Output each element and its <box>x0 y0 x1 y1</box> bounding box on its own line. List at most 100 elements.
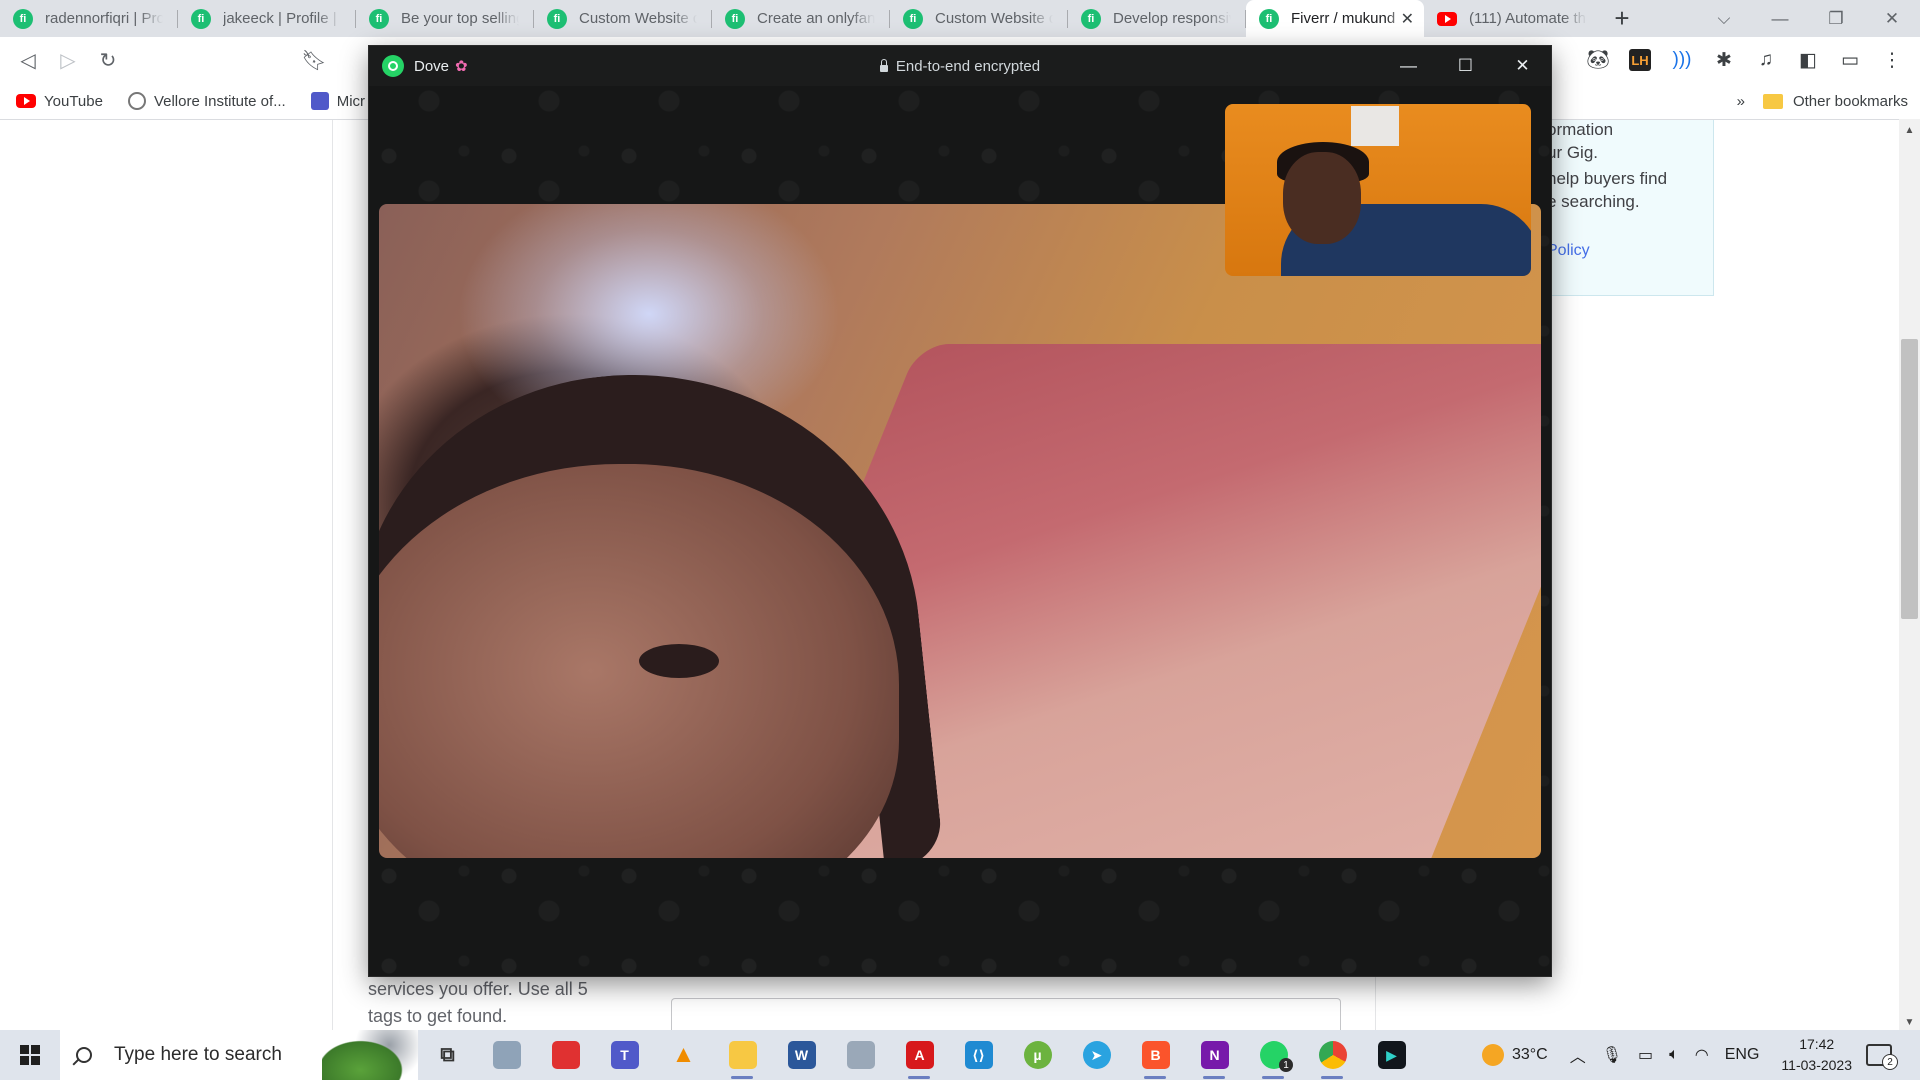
read-aloud-icon[interactable]: ))) <box>1662 40 1702 80</box>
back-icon[interactable]: ◁ <box>8 40 48 80</box>
brave-icon[interactable]: B <box>1126 1030 1185 1080</box>
bookmark-youtube[interactable]: YouTube <box>7 93 112 110</box>
tags-help-text: services you offer. Use all 5 tags to ge… <box>368 979 588 1026</box>
tab-search-chevron-icon[interactable]: ⌵ <box>1696 0 1752 37</box>
word-icon[interactable]: W <box>772 1030 831 1080</box>
vlc-icon[interactable]: ▲ <box>654 1030 713 1080</box>
network-icon[interactable]: ◠ <box>1695 1045 1709 1065</box>
fiverr-icon: fi <box>725 8 745 29</box>
tab-5[interactable]: fi Custom Website de <box>890 0 1068 37</box>
restore-icon[interactable]: ❐ <box>1808 0 1864 37</box>
show-hidden-icons-chevron[interactable]: ︿ <box>1570 1043 1586 1067</box>
tab-6[interactable]: fi Develop responsive <box>1068 0 1246 37</box>
whatsapp-taskbar-icon[interactable]: 1 <box>1244 1030 1303 1080</box>
reload-icon[interactable]: ↻ <box>88 40 128 80</box>
new-tab-button[interactable]: + <box>1602 0 1642 37</box>
language-indicator[interactable]: ENG <box>1725 1046 1760 1064</box>
notification-center-icon[interactable]: 2 <box>1866 1044 1898 1070</box>
terminal-app-icon[interactable]: ▶ <box>1362 1030 1421 1080</box>
tab-4[interactable]: fi Create an onlyfans <box>712 0 890 37</box>
gig-info-tooltip: ormation ur Gig. help buyers find e sear… <box>1540 120 1714 296</box>
tab-title: Custom Website de <box>935 10 1053 27</box>
info-line: ur Gig. <box>1547 143 1599 162</box>
tab-title: jakeeck | Profile | Fiverr <box>223 10 341 27</box>
scroll-up-icon[interactable]: ▲ <box>1899 125 1920 136</box>
start-button[interactable] <box>0 1030 60 1080</box>
fiverr-icon: fi <box>1081 8 1101 29</box>
scroll-down-icon[interactable]: ▼ <box>1899 1017 1920 1028</box>
bookmark-icon[interactable]: 🔖︎ <box>294 40 334 80</box>
info-line: e searching. <box>1547 192 1640 211</box>
encryption-status: End-to-end encrypted <box>369 46 1551 86</box>
whatsapp-badge: 1 <box>1279 1058 1293 1072</box>
close-icon[interactable]: ✕ <box>1864 0 1920 37</box>
tab-7-active[interactable]: fi Fiverr / mukund ✕ <box>1246 0 1424 37</box>
chrome-icon[interactable] <box>1303 1030 1362 1080</box>
battery-icon[interactable]: ▭ <box>1638 1045 1653 1065</box>
task-view-icon[interactable]: ⧉ <box>418 1030 477 1080</box>
photos-app-icon[interactable] <box>477 1030 536 1080</box>
lighthouse-extension-icon[interactable]: LH <box>1620 40 1660 80</box>
taskbar-search-input[interactable]: Type here to search <box>60 1030 418 1080</box>
notification-count: 2 <box>1882 1054 1898 1070</box>
tab-3[interactable]: fi Custom Website de <box>534 0 712 37</box>
other-bookmarks-label: Other bookmarks <box>1792 92 1908 110</box>
tab-1[interactable]: fi jakeeck | Profile | Fiverr <box>178 0 356 37</box>
utorrent-icon[interactable]: µ <box>1008 1030 1067 1080</box>
onenote-icon[interactable]: N <box>1185 1030 1244 1080</box>
volume-icon[interactable]: 🔈︎ <box>1669 1046 1679 1064</box>
lock-icon <box>879 58 888 72</box>
bookmark-teams[interactable]: Micr <box>302 92 374 110</box>
microphone-icon[interactable]: 🎙︎ <box>1602 1045 1622 1065</box>
tab-0[interactable]: fi radennorfiqri | Profile <box>0 0 178 37</box>
media-queue-icon[interactable]: ♫ <box>1746 40 1786 80</box>
bookmark-vit[interactable]: Vellore Institute of... <box>119 92 295 110</box>
clock[interactable]: 17:42 11-03-2023 <box>1781 1034 1852 1076</box>
windows-logo-icon <box>20 1045 40 1065</box>
more-bookmarks-chevron[interactable]: » <box>1737 93 1745 110</box>
tab-8[interactable]: (111) Automate the <box>1424 0 1602 37</box>
bookmarks-right: » Other bookmarks <box>1737 83 1908 119</box>
minimize-icon[interactable]: — <box>1752 0 1808 37</box>
maximize-icon[interactable]: ☐ <box>1437 46 1494 86</box>
extensions-puzzle-icon[interactable]: ✱ <box>1704 40 1744 80</box>
tab-title: Fiverr / mukund <box>1291 10 1396 27</box>
close-icon[interactable]: ✕ <box>1494 46 1551 86</box>
scroll-thumb[interactable] <box>1901 339 1918 619</box>
teams-icon[interactable]: T <box>595 1030 654 1080</box>
youtube-icon <box>16 94 36 108</box>
whatsapp-call-window: Dove ✿ End-to-end encrypted — ☐ ✕ <box>369 46 1551 976</box>
menu-icon[interactable]: ⋮ <box>1872 40 1912 80</box>
vit-icon <box>127 92 146 110</box>
bookmark-label: Micr <box>336 92 366 110</box>
tab-title: radennorfiqri | Profile <box>45 10 163 27</box>
policy-link[interactable]: Policy <box>1547 242 1590 260</box>
side-panel-icon[interactable]: ◧ <box>1788 40 1828 80</box>
remote-video-feed[interactable] <box>379 204 1541 858</box>
self-video-preview[interactable] <box>1225 104 1531 276</box>
file-explorer-icon[interactable] <box>713 1030 772 1080</box>
red-app-icon[interactable] <box>536 1030 595 1080</box>
tab-title: Develop responsive <box>1113 10 1231 27</box>
clock-time: 17:42 <box>1799 1036 1835 1052</box>
minimize-icon[interactable]: — <box>1380 46 1437 86</box>
other-bookmarks[interactable]: Other bookmarks <box>1762 92 1908 110</box>
weather-widget[interactable]: 33°C <box>1481 1044 1548 1066</box>
wallet-icon[interactable]: ▭ <box>1830 40 1870 80</box>
fiverr-icon: fi <box>191 8 211 29</box>
tab-strip: fi radennorfiqri | Profile fi jakeeck | Pr… <box>0 0 1920 37</box>
close-tab-icon[interactable]: ✕ <box>1401 9 1414 29</box>
forward-icon[interactable]: ▷ <box>48 40 88 80</box>
search-placeholder: Type here to search <box>114 1044 282 1065</box>
panda-extension-icon[interactable]: 🐼︎ <box>1578 40 1618 80</box>
tab-2[interactable]: fi Be your top selling <box>356 0 534 37</box>
telegram-icon[interactable]: ➤ <box>1067 1030 1126 1080</box>
vscode-icon[interactable]: ⟨⟩ <box>949 1030 1008 1080</box>
tab-title: (111) Automate the <box>1469 10 1587 27</box>
extensions-row: 🐼︎ LH ))) ✱ ♫ ◧ ▭ ⋮ <box>1578 37 1912 83</box>
page-scrollbar[interactable]: ▲ ▼ <box>1899 119 1920 1030</box>
acrobat-icon[interactable]: A <box>890 1030 949 1080</box>
sticky-app-icon[interactable] <box>831 1030 890 1080</box>
fiverr-icon: fi <box>547 8 567 29</box>
weather-icon <box>1481 1044 1504 1066</box>
